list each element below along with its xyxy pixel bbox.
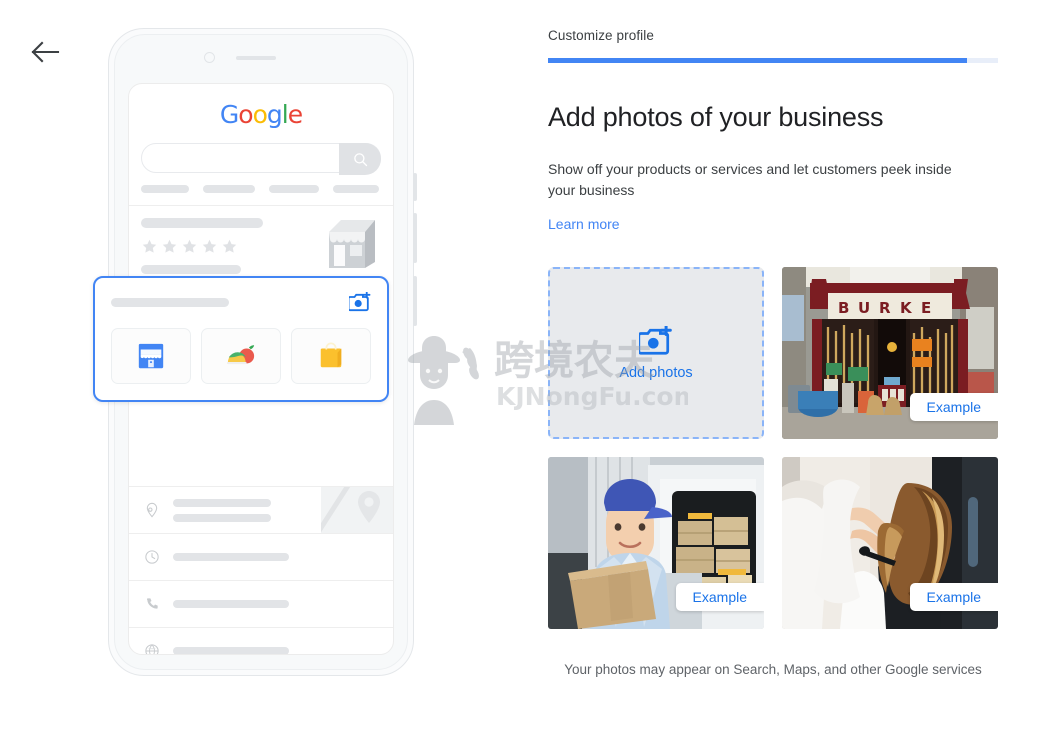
- chip-placeholder: [269, 185, 319, 193]
- tile-food[interactable]: [201, 328, 281, 384]
- photo-card-header: [111, 292, 371, 312]
- shopping-bag-tile-icon: [320, 342, 342, 368]
- business-name-placeholder: [141, 218, 263, 228]
- location-pin-icon: [141, 502, 163, 518]
- hours-placeholder: [173, 553, 289, 561]
- info-row-phone[interactable]: [129, 580, 393, 627]
- info-row-website[interactable]: [129, 627, 393, 654]
- phone-search-button[interactable]: [339, 143, 381, 175]
- photo-grid: Add photos BUR K E Example Example Examp…: [548, 267, 998, 629]
- svg-text:E: E: [921, 299, 931, 317]
- wizard-panel: Customize profile Add photos of your bus…: [548, 28, 998, 680]
- clock-icon: [141, 549, 163, 565]
- chip-placeholder: [333, 185, 379, 193]
- example-badge: Example: [909, 393, 998, 421]
- phone-volume-down-button: [413, 276, 417, 326]
- example-badge: Example: [675, 583, 764, 611]
- add-a-photo-icon: [639, 325, 672, 355]
- example-photo-storefront[interactable]: BURKE Example: [782, 267, 998, 439]
- star-icon: [222, 239, 237, 253]
- page-subtitle: Show off your products or services and l…: [548, 161, 952, 198]
- phone-info-rows: [129, 486, 393, 654]
- svg-text:R: R: [879, 299, 891, 317]
- example-badge: Example: [909, 583, 998, 611]
- photo-card-title-placeholder: [111, 297, 229, 307]
- phone-search-input[interactable]: [141, 143, 381, 175]
- add-photos-dropzone[interactable]: Add photos: [548, 267, 764, 439]
- phone-nav-chips: [141, 185, 381, 193]
- svg-text:K: K: [900, 299, 913, 317]
- chip-placeholder: [203, 185, 255, 193]
- phone-icon: [141, 596, 163, 612]
- info-row-address[interactable]: [129, 486, 393, 534]
- business-detail-placeholder: [141, 265, 241, 274]
- map-thumbnail[interactable]: [321, 487, 393, 534]
- svg-text:U: U: [858, 299, 870, 317]
- address-placeholder: [173, 498, 271, 522]
- page-title: Add photos of your business: [548, 102, 884, 132]
- footer-note: Your photos may appear on Search, Maps, …: [564, 662, 982, 677]
- progress-bar-fill: [548, 58, 967, 63]
- star-icon: [142, 239, 157, 253]
- website-placeholder: [173, 647, 289, 654]
- example-photo-delivery[interactable]: Example: [548, 457, 764, 629]
- google-logo: Google: [219, 100, 303, 129]
- arrow-left-icon: [31, 41, 60, 63]
- svg-text:B: B: [838, 299, 849, 317]
- progress-bar: [548, 58, 998, 63]
- chip-placeholder: [141, 185, 189, 193]
- example-photo-salon[interactable]: Example: [782, 457, 998, 629]
- learn-more-link[interactable]: Learn more: [548, 216, 620, 232]
- info-row-hours[interactable]: [129, 533, 393, 580]
- globe-icon: [141, 643, 163, 654]
- phone-front-camera: [204, 52, 215, 63]
- phone-mockup: Google: [93, 28, 417, 676]
- dropzone-label: Add photos: [619, 364, 693, 381]
- phone-volume-up-button: [413, 213, 417, 263]
- tile-storefront[interactable]: [111, 328, 191, 384]
- add-a-photo-icon[interactable]: [349, 292, 371, 312]
- storefront-illustration: [329, 220, 375, 268]
- star-icon: [202, 239, 217, 253]
- search-icon: [353, 152, 367, 166]
- phone-add-photos-card[interactable]: [93, 276, 389, 402]
- food-tile-icon: [226, 345, 255, 365]
- storefront-tile-icon: [138, 343, 164, 369]
- photo-card-tiles: [111, 328, 371, 384]
- page-root: Google Customize profile Add photos of y…: [0, 0, 1053, 729]
- phone-number-placeholder: [173, 600, 289, 608]
- phone-side-button: [413, 173, 417, 201]
- tile-shopping-bag[interactable]: [291, 328, 371, 384]
- star-icon: [182, 239, 197, 253]
- star-icon: [162, 239, 177, 253]
- phone-earpiece: [236, 56, 276, 60]
- back-button[interactable]: [30, 40, 60, 64]
- breadcrumb: Customize profile: [548, 28, 654, 43]
